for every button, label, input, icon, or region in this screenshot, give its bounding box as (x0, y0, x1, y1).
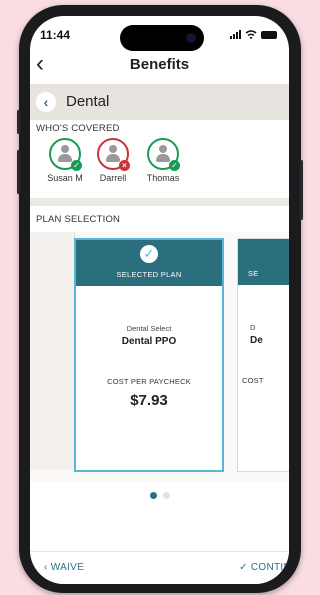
check-icon: ✓ (140, 245, 158, 263)
chevron-left-icon: ‹ (44, 562, 51, 573)
check-icon: ✓ (239, 562, 251, 573)
pagination-dots (30, 486, 289, 504)
breadcrumb-label: Dental (66, 93, 110, 110)
phone-side-button (17, 150, 20, 194)
member-darrell[interactable]: × Darrell (90, 138, 136, 183)
continue-button[interactable]: ✓ CONTIN (239, 562, 289, 573)
battery-icon (261, 30, 277, 39)
plan-card-selected[interactable]: ✓ SELECTED PLAN Dental Select Dental PPO… (74, 238, 224, 472)
check-badge-icon: ✓ (169, 160, 180, 171)
plan-carousel[interactable]: ✓ SELECTED PLAN Dental Select Dental PPO… (30, 232, 289, 482)
covered-members: ✓ Susan M × Darrell ✓ Thomas (30, 138, 289, 188)
continue-label: CONTIN (250, 562, 289, 573)
check-badge-icon: ✓ (71, 160, 82, 171)
member-name: Darrell (99, 173, 127, 183)
phone-side-button (17, 110, 20, 134)
page-dot[interactable] (162, 492, 170, 499)
person-icon (155, 144, 171, 164)
cost-label: COST (242, 376, 264, 385)
back-circle-button[interactable]: ‹ (36, 92, 56, 112)
plan-subtitle: D (250, 323, 256, 332)
card-header: SE (238, 239, 289, 285)
avatar: × (97, 138, 130, 171)
phone-side-button (300, 160, 303, 220)
selected-plan-label: SELECTED PLAN (116, 270, 182, 279)
member-name: Thomas (146, 173, 180, 183)
signal-icon (230, 30, 241, 39)
page-dot-active[interactable] (149, 492, 157, 499)
next-plan-header: SE (248, 269, 259, 278)
member-thomas[interactable]: ✓ Thomas (140, 138, 186, 183)
plan-name: De (250, 335, 263, 346)
breadcrumb: ‹ Dental (30, 84, 289, 120)
nav-bar: ‹ Benefits (30, 48, 289, 85)
member-name: Susan M (47, 173, 83, 183)
page-title: Benefits (129, 56, 190, 73)
person-icon (57, 144, 73, 164)
card-header: ✓ SELECTED PLAN (76, 240, 222, 286)
member-susan[interactable]: ✓ Susan M (42, 138, 88, 183)
footer-bar: ‹ WAIVE ✓ CONTIN (30, 551, 289, 584)
camera-icon (186, 33, 196, 43)
status-icons (230, 30, 277, 39)
avatar: ✓ (147, 138, 180, 171)
coverage-section-label: WHO'S COVERED (36, 123, 120, 134)
waive-label: WAIVE (50, 562, 85, 573)
x-badge-icon: × (119, 160, 130, 171)
previous-card-edge (30, 232, 75, 470)
wifi-icon (245, 30, 257, 39)
status-time: 11:44 (40, 28, 71, 42)
plan-subtitle: Dental Select (126, 324, 172, 333)
plan-name: Dental PPO (121, 336, 177, 347)
avatar: ✓ (49, 138, 82, 171)
cost-value: $7.93 (130, 392, 168, 409)
section-divider (30, 198, 289, 206)
cost-label: COST PER PAYCHECK (107, 377, 191, 386)
app-screen: 11:44 ‹ Benefits ‹ Dental WHO'S COVERED … (30, 16, 289, 584)
plan-card-next[interactable]: SE D De COST (237, 238, 289, 472)
plan-section-label: PLAN SELECTION (36, 214, 121, 225)
waive-button[interactable]: ‹ WAIVE (44, 562, 84, 573)
person-icon (105, 144, 121, 164)
